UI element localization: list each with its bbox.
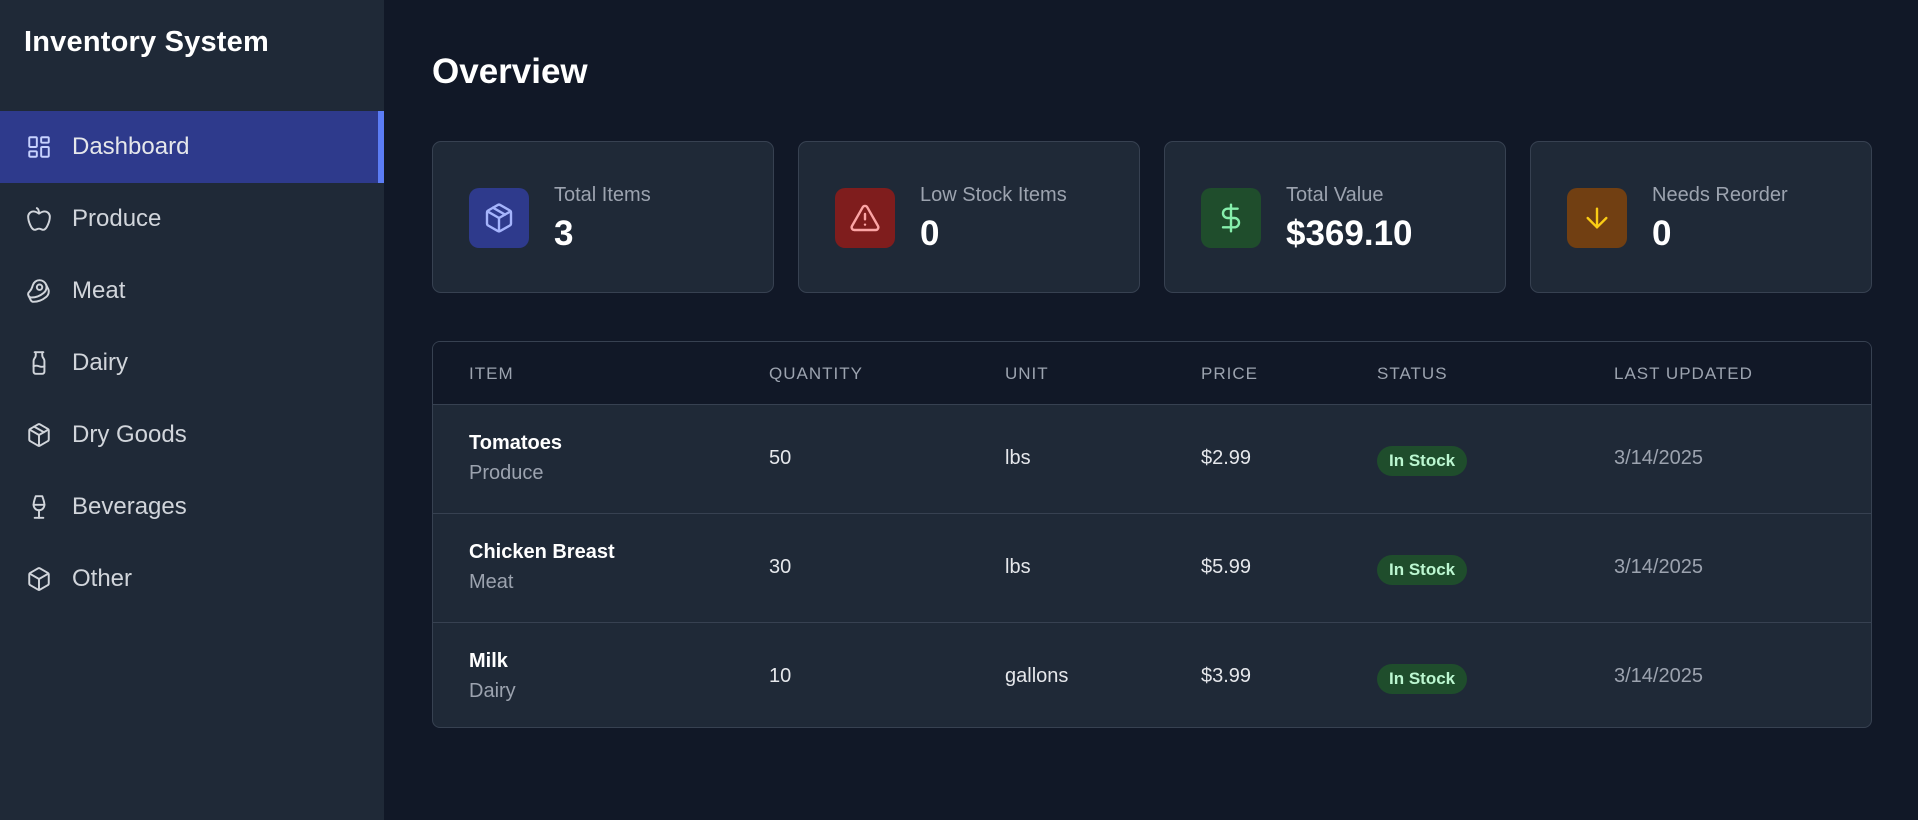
sidebar-item-label: Dry Goods	[72, 421, 187, 448]
sidebar-item-label: Other	[72, 565, 133, 592]
sidebar-item-produce[interactable]: Produce	[0, 183, 384, 255]
stat-card-needs-reorder: Needs Reorder 0	[1530, 141, 1872, 293]
item-quantity: 10	[769, 665, 792, 687]
table-header: ITEM QUANTITY UNIT PRICE STATUS LAST UPD…	[433, 342, 1871, 404]
table-row[interactable]: Chicken Breast Meat 30 lbs $5.99 In Stoc…	[433, 513, 1871, 622]
sidebar-item-label: Dashboard	[72, 133, 190, 160]
column-header-status[interactable]: STATUS	[1377, 364, 1448, 384]
stat-label: Low Stock Items	[920, 184, 1067, 206]
table-row[interactable]: Tomatoes Produce 50 lbs $2.99 In Stock 3…	[433, 404, 1871, 513]
item-quantity: 50	[769, 447, 792, 469]
sidebar-item-label: Beverages	[72, 493, 187, 520]
status-badge: In Stock	[1377, 446, 1468, 476]
item-name: Milk	[469, 650, 508, 672]
sidebar-item-dashboard[interactable]: Dashboard	[0, 111, 384, 183]
column-header-last-updated[interactable]: LAST UPDATED	[1614, 364, 1753, 384]
item-category: Meat	[469, 571, 514, 593]
milk-icon	[26, 350, 52, 376]
stat-label: Total Items	[554, 184, 651, 206]
stat-card-low-stock: Low Stock Items 0	[798, 141, 1140, 293]
item-unit: lbs	[1005, 556, 1031, 578]
alert-triangle-icon	[835, 188, 895, 248]
item-price: $2.99	[1201, 447, 1252, 469]
page-title: Overview	[432, 52, 588, 91]
sidebar-item-beverages[interactable]: Beverages	[0, 471, 384, 543]
stat-card-total-items: Total Items 3	[432, 141, 774, 293]
status-badge: In Stock	[1377, 555, 1468, 585]
status-badge: In Stock	[1377, 664, 1468, 694]
stat-value: 3	[554, 214, 574, 253]
column-header-quantity[interactable]: QUANTITY	[769, 364, 863, 384]
item-name: Chicken Breast	[469, 541, 615, 563]
package-icon	[26, 422, 52, 448]
stat-value: 0	[1652, 214, 1672, 253]
package-icon	[469, 188, 529, 248]
item-price: $3.99	[1201, 665, 1252, 687]
sidebar-item-label: Meat	[72, 277, 126, 304]
item-price: $5.99	[1201, 556, 1252, 578]
item-last-updated: 3/14/2025	[1614, 556, 1703, 578]
stat-label: Total Value	[1286, 184, 1384, 206]
box-icon	[26, 566, 52, 592]
inventory-table: ITEM QUANTITY UNIT PRICE STATUS LAST UPD…	[432, 341, 1872, 728]
sidebar-nav: Dashboard Produce Meat Dairy Dry Goods B…	[0, 111, 384, 615]
sidebar-item-meat[interactable]: Meat	[0, 255, 384, 327]
sidebar-item-label: Dairy	[72, 349, 129, 376]
app-title: Inventory System	[24, 26, 269, 58]
column-header-price[interactable]: PRICE	[1201, 364, 1258, 384]
item-unit: gallons	[1005, 665, 1069, 687]
stat-value: $369.10	[1286, 214, 1413, 253]
beef-icon	[26, 278, 52, 304]
sidebar-item-dry-goods[interactable]: Dry Goods	[0, 399, 384, 471]
sidebar: Inventory System Dashboard Produce Meat …	[0, 0, 384, 820]
apple-icon	[26, 206, 52, 232]
item-name: Tomatoes	[469, 432, 562, 454]
stat-label: Needs Reorder	[1652, 184, 1788, 206]
wine-icon	[26, 494, 52, 520]
item-unit: lbs	[1005, 447, 1031, 469]
stat-value: 0	[920, 214, 940, 253]
item-last-updated: 3/14/2025	[1614, 447, 1703, 469]
item-quantity: 30	[769, 556, 792, 578]
sidebar-item-label: Produce	[72, 205, 162, 232]
arrow-down-icon	[1567, 188, 1627, 248]
column-header-unit[interactable]: UNIT	[1005, 364, 1049, 384]
table-row[interactable]: Milk Dairy 10 gallons $3.99 In Stock 3/1…	[433, 622, 1871, 727]
sidebar-item-dairy[interactable]: Dairy	[0, 327, 384, 399]
stat-card-total-value: Total Value $369.10	[1164, 141, 1506, 293]
item-category: Produce	[469, 462, 544, 484]
dashboard-icon	[26, 134, 52, 160]
dollar-icon	[1201, 188, 1261, 248]
item-last-updated: 3/14/2025	[1614, 665, 1703, 687]
sidebar-item-other[interactable]: Other	[0, 543, 384, 615]
item-category: Dairy	[469, 680, 516, 702]
stats-cards: Total Items 3 Low Stock Items 0 Total Va…	[432, 141, 1872, 293]
column-header-item[interactable]: ITEM	[469, 364, 514, 384]
